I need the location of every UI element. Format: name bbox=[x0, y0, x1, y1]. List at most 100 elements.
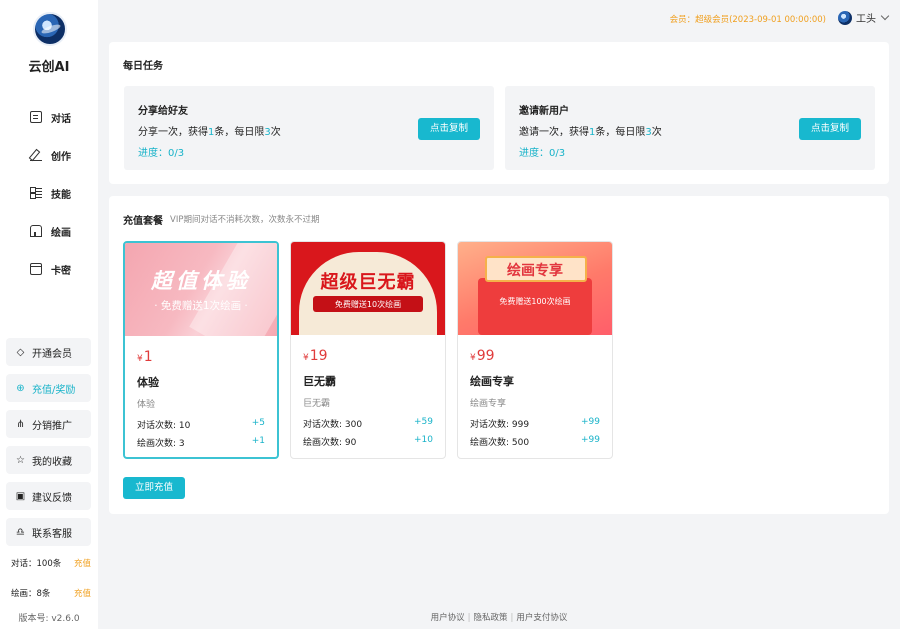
banner-title: 绘画专享 bbox=[507, 263, 563, 279]
task-card-share: 分享给好友 分享一次，获得1条，每日限3次 进度：0/3 点击复制 bbox=[124, 86, 494, 170]
button-label: 分销推广 bbox=[32, 420, 72, 432]
star-icon: ☆ bbox=[16, 454, 25, 466]
recharge-title: 充值套餐 bbox=[123, 216, 163, 227]
plan-chat-count: 对话次数: 300 +59 bbox=[303, 417, 433, 430]
plan-draw-count: 绘画次数: 90 +10 bbox=[303, 435, 433, 448]
daily-tasks-panel: 每日任务 分享给好友 分享一次，获得1条，每日限3次 进度：0/3 点击复制 邀… bbox=[109, 42, 889, 184]
side-buttons: ◇ 开通会员 ⊕ 充值/奖励 ⋔ 分销推广 ☆ 我的收藏 ▣ 建议反馈 ♎ 联系… bbox=[6, 338, 91, 554]
currency-symbol: ¥ bbox=[137, 354, 143, 364]
privacy-policy-link[interactable]: 隐私政策 bbox=[473, 613, 507, 623]
version-label: 版本号: v2.6.0 bbox=[18, 614, 80, 624]
banner-subtitle: 免费赠送10次绘画 bbox=[334, 300, 402, 309]
draw-quota: 绘画：8条 充值 bbox=[11, 587, 91, 599]
plan-name: 绘画专享 bbox=[470, 375, 514, 388]
plan-description: 绘画专享 bbox=[470, 399, 507, 409]
nav-item-create[interactable]: 创作 bbox=[0, 136, 98, 174]
footer-links: 用户协议 | 隐私政策 | 用户支付协议 bbox=[109, 611, 889, 623]
plan-description: 体验 bbox=[137, 400, 156, 410]
plan-card-trial[interactable]: 超值体验 · 免费赠送1次绘画 · ¥1 体验 体验 对话次数: 10 +5 绘… bbox=[123, 241, 279, 459]
share-icon: ⋔ bbox=[16, 418, 25, 430]
copy-share-link-button[interactable]: 点击复制 bbox=[418, 118, 480, 140]
button-label: 开通会员 bbox=[32, 348, 72, 360]
payment-agreement-link[interactable]: 用户支付协议 bbox=[516, 613, 567, 623]
plan-price: ¥1 bbox=[137, 349, 153, 365]
daily-tasks-title: 每日任务 bbox=[123, 61, 163, 72]
task-description: 邀请一次，获得1条，每日限3次 bbox=[519, 123, 662, 138]
chat-count-label: 对话次数: 300 bbox=[303, 420, 363, 430]
headset-icon: ♎ bbox=[16, 526, 25, 538]
plan-banner: 超级巨无霸 免费赠送10次绘画 bbox=[291, 242, 445, 335]
card-icon bbox=[30, 263, 42, 275]
banner-title: 超级巨无霸 bbox=[320, 272, 416, 293]
nav-item-chat[interactable]: 对话 bbox=[0, 98, 98, 136]
task-name: 分享给好友 bbox=[138, 106, 188, 117]
plan-price: ¥19 bbox=[303, 348, 328, 364]
price-value: 1 bbox=[143, 349, 153, 365]
plan-price: ¥99 bbox=[470, 348, 495, 364]
price-value: 99 bbox=[476, 348, 495, 364]
banner-subtitle: 免费赠送100次绘画 bbox=[499, 297, 571, 306]
nav-item-label: 对话 bbox=[51, 113, 71, 125]
draw-count-label: 绘画次数: 500 bbox=[470, 438, 530, 448]
distribution-button[interactable]: ⋔ 分销推广 bbox=[6, 410, 91, 438]
chat-charge-link[interactable]: 充值 bbox=[74, 557, 91, 569]
button-label: 我的收藏 bbox=[32, 456, 72, 468]
recharge-subtitle: VIP期间对话不消耗次数，次数永不过期 bbox=[170, 215, 320, 225]
chat-quota: 对话：100条 充值 bbox=[11, 557, 91, 569]
recharge-plans-panel: 充值套餐 VIP期间对话不消耗次数，次数永不过期 超值体验 · 免费赠送1次绘画… bbox=[109, 196, 889, 514]
recharge-rewards-button[interactable]: ⊕ 充值/奖励 bbox=[6, 374, 91, 402]
skill-icon bbox=[30, 187, 42, 199]
plan-draw-count: 绘画次数: 500 +99 bbox=[470, 435, 600, 448]
currency-symbol: ¥ bbox=[470, 353, 476, 363]
plan-card-jumbo[interactable]: 超级巨无霸 免费赠送10次绘画 ¥19 巨无霸 巨无霸 对话次数: 300 +5… bbox=[290, 241, 446, 459]
task-progress: 进度：0/3 bbox=[519, 148, 566, 159]
draw-bonus: +99 bbox=[581, 435, 600, 445]
button-label: 联系客服 bbox=[32, 528, 72, 540]
paint-icon bbox=[30, 225, 42, 237]
chat-bonus: +99 bbox=[581, 417, 600, 427]
nav-item-paint[interactable]: 绘画 bbox=[0, 212, 98, 250]
task-card-invite: 邀请新用户 邀请一次，获得1条，每日限3次 进度：0/3 点击复制 bbox=[505, 86, 875, 170]
nav-item-label: 技能 bbox=[51, 189, 71, 201]
chat-bonus: +5 bbox=[251, 418, 265, 428]
chat-count-label: 对话次数: 999 bbox=[470, 420, 530, 430]
recharge-now-button[interactable]: 立即充值 bbox=[123, 477, 185, 499]
plan-name: 巨无霸 bbox=[303, 375, 336, 388]
user-agreement-link[interactable]: 用户协议 bbox=[431, 613, 465, 623]
nav-item-skills[interactable]: 技能 bbox=[0, 174, 98, 212]
chevron-down-icon bbox=[880, 11, 890, 21]
draw-count-label: 绘画次数: 90 bbox=[303, 438, 357, 448]
plan-description: 巨无霸 bbox=[303, 399, 331, 409]
brand-name: 云创AI bbox=[28, 60, 70, 75]
nav-item-card[interactable]: 卡密 bbox=[0, 250, 98, 288]
feedback-button[interactable]: ▣ 建议反馈 bbox=[6, 482, 91, 510]
banner-subtitle: · 免费赠送1次绘画 · bbox=[154, 300, 248, 312]
chat-bonus: +59 bbox=[414, 417, 433, 427]
main-nav: 对话 创作 技能 绘画 卡密 bbox=[0, 98, 98, 288]
footer-separator: | bbox=[510, 613, 514, 623]
nav-item-label: 卡密 bbox=[51, 265, 71, 277]
plan-chat-count: 对话次数: 999 +99 bbox=[470, 417, 600, 430]
contact-support-button[interactable]: ♎ 联系客服 bbox=[6, 518, 91, 546]
chat-quota-value: 对话：100条 bbox=[11, 559, 62, 569]
plan-card-painting[interactable]: 绘画专享 免费赠送100次绘画 ¥99 绘画专享 绘画专享 对话次数: 999 … bbox=[457, 241, 613, 459]
brand-logo[interactable] bbox=[33, 12, 67, 46]
footer-separator: | bbox=[467, 613, 471, 623]
plan-banner: 超值体验 · 免费赠送1次绘画 · bbox=[125, 243, 277, 336]
draw-charge-link[interactable]: 充值 bbox=[74, 587, 91, 599]
task-name: 邀请新用户 bbox=[519, 106, 569, 117]
nav-item-label: 创作 bbox=[51, 151, 71, 163]
user-menu[interactable]: 工头 bbox=[838, 10, 890, 25]
membership-status: 会员：超级会员(2023-09-01 00:00:00) bbox=[669, 15, 826, 25]
sidebar: 云创AI 对话 创作 技能 绘画 卡密 ◇ 开通会员 ⊕ 充值/奖励 ⋔ 分销推… bbox=[0, 0, 98, 629]
open-membership-button[interactable]: ◇ 开通会员 bbox=[6, 338, 91, 366]
copy-invite-link-button[interactable]: 点击复制 bbox=[799, 118, 861, 140]
favorites-button[interactable]: ☆ 我的收藏 bbox=[6, 446, 91, 474]
draw-count-label: 绘画次数: 3 bbox=[137, 439, 185, 449]
gift-icon: ⊕ bbox=[16, 382, 25, 394]
banner-title: 超值体验 bbox=[151, 268, 251, 293]
username: 工头 bbox=[856, 14, 876, 25]
nav-item-label: 绘画 bbox=[51, 227, 71, 239]
task-desc-text: 条，每日限 bbox=[595, 127, 646, 138]
draw-bonus: +1 bbox=[251, 436, 265, 446]
